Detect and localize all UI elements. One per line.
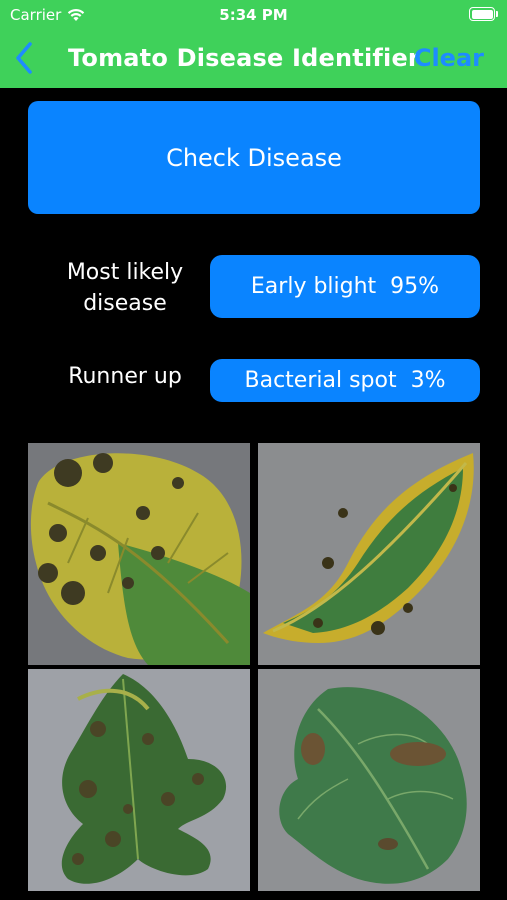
runner-up-result: Bacterial spot 3% [210,359,480,402]
back-button[interactable] [10,40,42,76]
navigation-bar: Tomato Disease Identifier Clear [0,30,507,88]
leaf-image[interactable] [28,669,250,891]
most-likely-result: Early blight 95% [210,255,480,318]
page-title: Tomato Disease Identifier [68,44,420,72]
leaf-image[interactable] [258,669,480,891]
status-bar: Carrier 5:34 PM [0,0,507,30]
check-disease-button[interactable]: Check Disease [28,101,480,214]
battery-icon [469,7,498,21]
header-bar: Carrier 5:34 PM Tomato Disease Identifie… [0,0,507,88]
clear-button[interactable]: Clear [414,44,484,72]
leaf-image[interactable] [258,443,480,665]
most-likely-label: Most likely disease [66,260,184,316]
leaf-image[interactable] [28,443,250,665]
clock: 5:34 PM [219,6,288,24]
runner-up-label: Runner up [68,364,182,389]
chevron-left-icon [16,42,32,74]
leaf-image-grid [28,443,480,891]
